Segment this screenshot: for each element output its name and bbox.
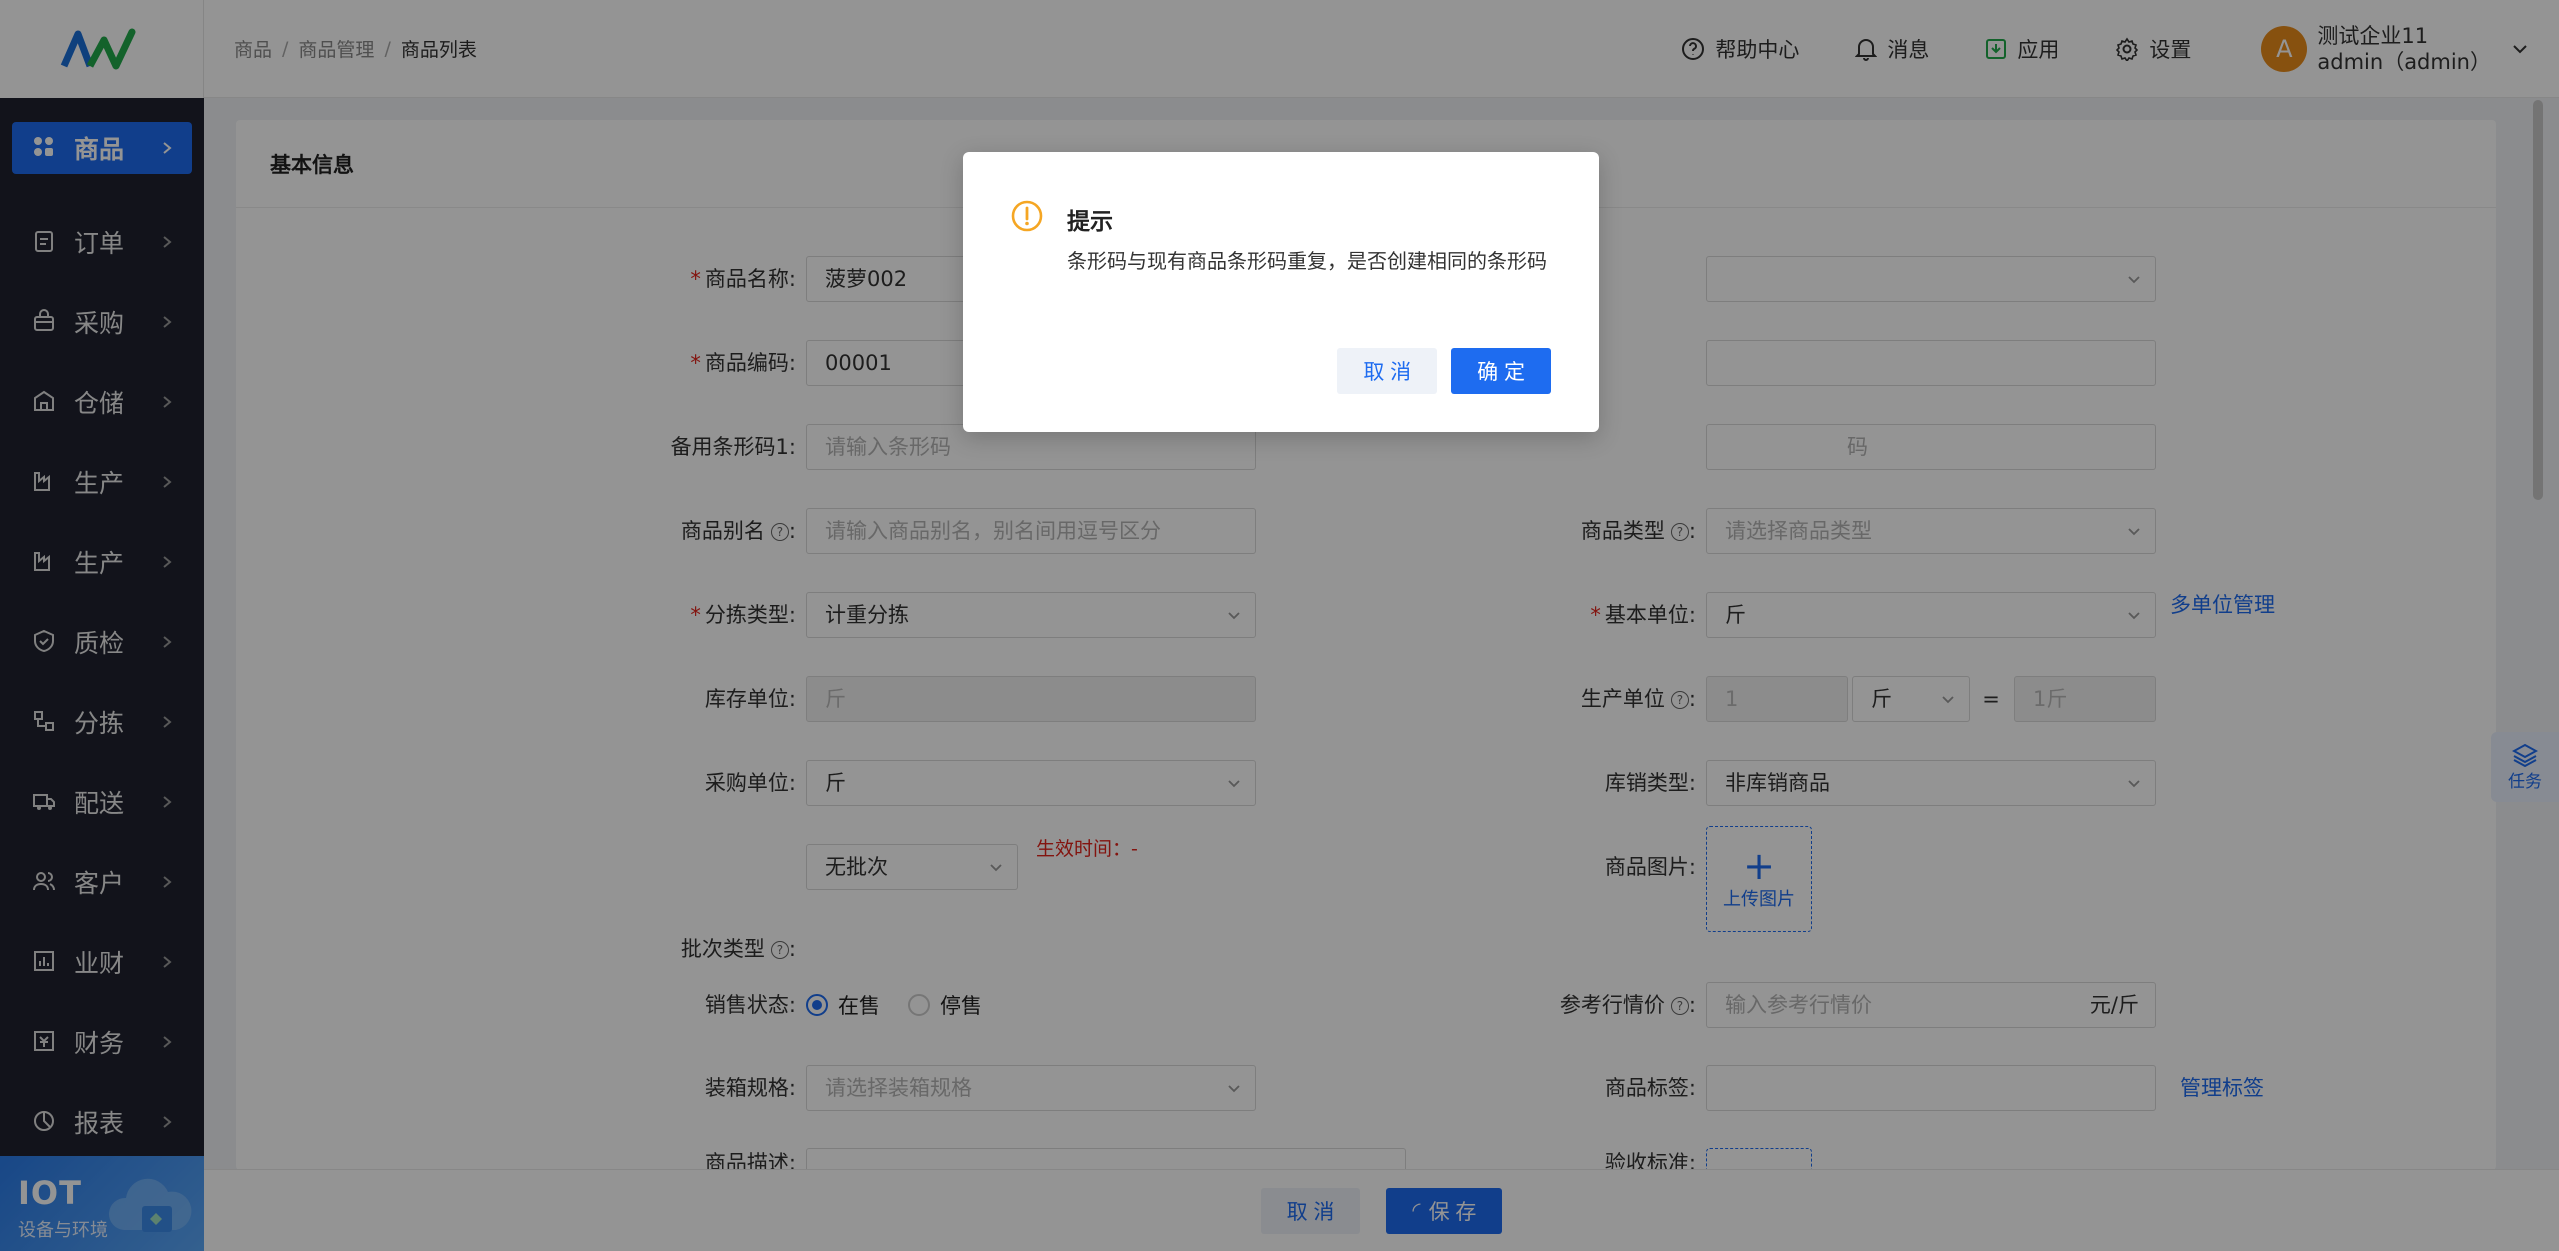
- dialog-actions: 取 消 确 定: [1323, 348, 1551, 394]
- dialog-title: 提示: [1067, 209, 1113, 235]
- dialog-cancel-button[interactable]: 取 消: [1337, 348, 1438, 394]
- confirm-dialog: 提示 条形码与现有商品条形码重复，是否创建相同的条形码 取 消 确 定: [963, 152, 1599, 432]
- dialog-message: 条形码与现有商品条形码重复，是否创建相同的条形码: [1067, 249, 1547, 273]
- dialog-confirm-button[interactable]: 确 定: [1451, 348, 1551, 394]
- warning-icon: [1011, 200, 1043, 232]
